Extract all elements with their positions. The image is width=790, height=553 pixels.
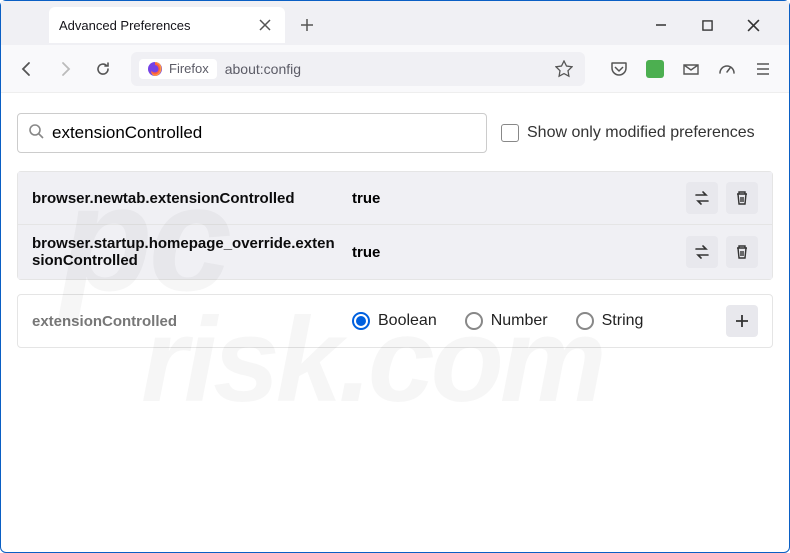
radio-boolean[interactable]: Boolean (352, 312, 437, 330)
tab-title: Advanced Preferences (59, 18, 255, 33)
radio-label: Number (491, 312, 548, 330)
close-window-button[interactable] (741, 13, 765, 37)
toggle-button[interactable] (686, 182, 718, 214)
identity-box[interactable]: Firefox (139, 59, 217, 79)
pref-value: true (352, 190, 676, 207)
forward-button[interactable] (49, 53, 81, 85)
mail-icon[interactable] (675, 53, 707, 85)
radio-label: String (602, 312, 644, 330)
maximize-button[interactable] (695, 13, 719, 37)
radio-circle-icon (465, 312, 483, 330)
pref-row[interactable]: browser.newtab.extensionControlled true (18, 172, 772, 224)
browser-tab[interactable]: Advanced Preferences (49, 7, 285, 43)
delete-button[interactable] (726, 182, 758, 214)
tab-bar: Advanced Preferences (1, 1, 789, 45)
delete-button[interactable] (726, 236, 758, 268)
type-radio-group: Boolean Number String (352, 312, 716, 330)
pocket-icon[interactable] (603, 53, 635, 85)
search-icon (28, 123, 44, 144)
close-tab-icon[interactable] (255, 15, 275, 35)
toggle-button[interactable] (686, 236, 718, 268)
radio-circle-icon (576, 312, 594, 330)
bookmark-star-icon[interactable] (551, 56, 577, 82)
pref-value: true (352, 244, 676, 261)
new-tab-button[interactable] (291, 9, 323, 41)
pref-list: browser.newtab.extensionControlled true … (17, 171, 773, 280)
radio-label: Boolean (378, 312, 437, 330)
new-pref-name: extensionControlled (32, 313, 342, 330)
pref-name: browser.newtab.extensionControlled (32, 190, 342, 207)
speed-icon[interactable] (711, 53, 743, 85)
identity-label: Firefox (169, 61, 209, 76)
pref-row[interactable]: browser.startup.homepage_override.extens… (18, 224, 772, 279)
config-search-input[interactable] (52, 123, 476, 143)
window-controls (649, 13, 781, 37)
radio-circle-icon (352, 312, 370, 330)
pref-name: browser.startup.homepage_override.extens… (32, 235, 342, 269)
extension-icon[interactable] (639, 53, 671, 85)
url-text: about:config (225, 61, 551, 77)
minimize-button[interactable] (649, 13, 673, 37)
new-pref-row: extensionControlled Boolean Number Strin… (17, 294, 773, 348)
show-modified-checkbox[interactable]: Show only modified preferences (501, 124, 755, 142)
back-button[interactable] (11, 53, 43, 85)
firefox-logo-icon (147, 61, 163, 77)
url-bar[interactable]: Firefox about:config (131, 52, 585, 86)
radio-number[interactable]: Number (465, 312, 548, 330)
config-content: Show only modified preferences browser.n… (1, 93, 789, 368)
checkbox-box (501, 124, 519, 142)
add-pref-button[interactable] (726, 305, 758, 337)
menu-icon[interactable] (747, 53, 779, 85)
config-search-box[interactable] (17, 113, 487, 153)
reload-button[interactable] (87, 53, 119, 85)
show-modified-label: Show only modified preferences (527, 124, 755, 142)
toolbar: Firefox about:config (1, 45, 789, 93)
radio-string[interactable]: String (576, 312, 644, 330)
